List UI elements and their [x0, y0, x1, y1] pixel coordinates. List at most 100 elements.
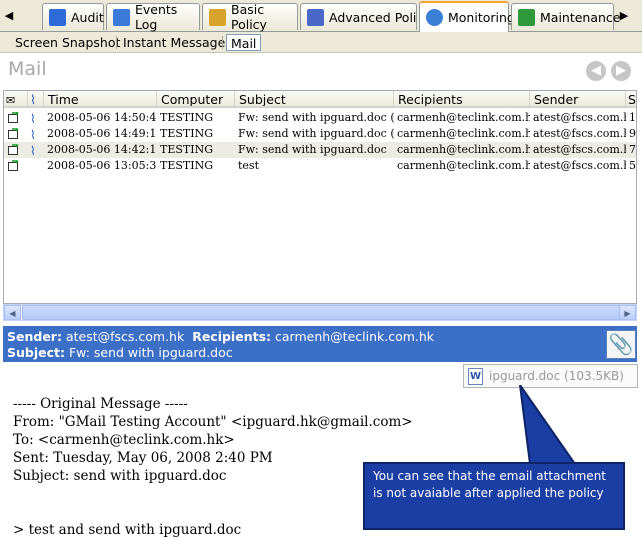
scrollbar-thumb[interactable]	[22, 305, 620, 320]
paperclip-icon: ⌇	[30, 112, 36, 126]
body-line: ----- Original Message -----	[13, 396, 188, 412]
tab-label: Basic Policy	[231, 2, 267, 32]
scroll-left-icon[interactable]: ◀	[4, 305, 21, 320]
tab-audit[interactable]: Audit	[42, 3, 104, 30]
cell-recipients: carmenh@teclink.com.hk	[397, 111, 530, 124]
cell-size: 7	[629, 143, 636, 156]
mail-list-table: ✉ ⌇ Time Computer Subject Recipients Sen…	[3, 90, 637, 304]
cell-sender: atest@fscs.com.hk	[533, 127, 626, 140]
header-sender[interactable]: Sender	[530, 91, 626, 108]
header-size[interactable]: S	[626, 91, 636, 108]
page-title: Mail	[8, 58, 47, 80]
table-row[interactable]: ⌇ 2008-05-06 14:49:15 TESTING Fw: send w…	[4, 126, 636, 142]
horizontal-scrollbar[interactable]: ◀ ▶	[3, 304, 637, 321]
paperclip-icon: 📎	[608, 332, 634, 356]
tab-label: Monitoring	[448, 10, 515, 25]
cell-subject: Fw: send with ipguard.doc	[238, 143, 387, 156]
tab-label: Maintenance	[540, 9, 621, 25]
audit-icon	[49, 8, 66, 26]
advanced-policy-icon	[307, 8, 324, 26]
subtab-screen-snapshot[interactable]: Screen Snapshot	[11, 34, 124, 51]
body-line: From: "GMail Testing Account" <ipguard.h…	[13, 414, 413, 430]
recipients-value: carmenh@teclink.com.hk	[275, 329, 435, 344]
preview-sender-line: Sender: atest@fscs.com.hk Recipients: ca…	[7, 329, 434, 344]
tab-events-log[interactable]: Events Log	[106, 2, 200, 32]
subtab-instant-messages[interactable]: Instant Messages	[119, 34, 236, 51]
tab-label: Audit	[71, 9, 104, 25]
cell-computer: TESTING	[160, 127, 213, 140]
subject-label: Subject:	[7, 345, 65, 360]
recipients-label: Recipients:	[192, 329, 272, 344]
word-document-icon: W	[468, 368, 483, 385]
cell-size: 1	[629, 111, 636, 124]
table-row[interactable]: 2008-05-06 13:05:31 TESTING test carmenh…	[4, 158, 636, 174]
envelope-icon: ✉	[6, 94, 16, 107]
monitoring-subtab-strip: Screen Snapshot Instant Messages Mail	[0, 32, 642, 53]
cell-computer: TESTING	[160, 111, 213, 124]
maintenance-icon	[518, 8, 535, 26]
preview-subject-line: Subject: Fw: send with ipguard.doc	[7, 345, 233, 360]
cell-size: 5	[629, 159, 636, 172]
header-attachment[interactable]: ⌇	[28, 91, 44, 108]
tab-label: Advanced Policy	[329, 9, 417, 25]
tab-advanced-policy[interactable]: Advanced Policy	[300, 3, 417, 30]
sender-value: atest@fscs.com.hk	[65, 329, 185, 344]
forwarded-mail-icon	[8, 128, 19, 139]
cell-time: 2008-05-06 14:42:10	[47, 143, 157, 156]
cell-recipients: carmenh@teclink.com.hk	[397, 159, 530, 172]
cell-subject: test	[238, 159, 259, 172]
cell-computer: TESTING	[160, 143, 213, 156]
cell-time: 2008-05-06 13:05:31	[47, 159, 157, 172]
cell-time: 2008-05-06 14:50:42	[47, 111, 157, 124]
callout-annotation: You can see that the email attachment is…	[363, 462, 625, 530]
header-mail-icon[interactable]: ✉	[4, 91, 28, 108]
monitoring-icon	[426, 9, 443, 26]
cell-sender: atest@fscs.com.hk	[533, 143, 626, 156]
scroll-right-icon[interactable]: ▶	[619, 305, 636, 320]
subtab-mail[interactable]: Mail	[226, 34, 262, 51]
main-tab-strip: ◀ Audit Events Log Basic Policy Advanced…	[0, 0, 642, 32]
header-recipients[interactable]: Recipients	[394, 91, 530, 108]
subject-value: Fw: send with ipguard.doc	[68, 345, 233, 360]
tab-monitoring[interactable]: Monitoring	[419, 1, 515, 32]
forwarded-mail-icon	[8, 112, 19, 123]
forwarded-mail-icon	[8, 144, 19, 155]
tab-label: Events Log	[135, 2, 178, 32]
table-row-selected[interactable]: ⌇ 2008-05-06 14:42:10 TESTING Fw: send w…	[4, 142, 636, 158]
header-subject[interactable]: Subject	[235, 91, 394, 108]
events-log-icon	[113, 8, 130, 26]
attachment-button[interactable]: 📎	[606, 330, 636, 359]
cell-subject: Fw: send with ipguard.doc (2n...	[238, 127, 394, 140]
tab-maintenance[interactable]: Maintenance	[511, 3, 621, 30]
tab-scroll-left-icon[interactable]: ◀	[2, 6, 16, 26]
cell-recipients: carmenh@teclink.com.hk	[397, 127, 530, 140]
cell-sender: atest@fscs.com.hk	[533, 159, 626, 172]
header-computer[interactable]: Computer	[157, 91, 235, 108]
cell-computer: TESTING	[160, 159, 213, 172]
sender-label: Sender:	[7, 329, 62, 344]
mail-preview-header: Sender: atest@fscs.com.hk Recipients: ca…	[3, 326, 637, 362]
paperclip-icon: ⌇	[30, 92, 37, 107]
tab-scroll-right-icon[interactable]: ▶	[617, 6, 631, 26]
cell-size: 9	[629, 127, 636, 140]
header-time[interactable]: Time	[44, 91, 157, 108]
callout-pointer	[519, 385, 577, 465]
cell-recipients: carmenh@teclink.com.hk	[397, 143, 530, 156]
basic-policy-icon	[209, 8, 226, 26]
forward-icon[interactable]: ▶	[611, 61, 631, 81]
body-line: Sent: Tuesday, May 06, 2008 2:40 PM	[13, 450, 273, 466]
cell-time: 2008-05-06 14:49:15	[47, 127, 157, 140]
cell-sender: atest@fscs.com.hk	[533, 111, 626, 124]
tab-basic-policy[interactable]: Basic Policy	[202, 2, 298, 32]
paperclip-icon: ⌇	[30, 128, 36, 142]
body-line: > test and send with ipguard.doc	[13, 522, 242, 538]
body-line: Subject: send with ipguard.doc	[13, 468, 227, 484]
table-row[interactable]: ⌇ 2008-05-06 14:50:42 TESTING Fw: send w…	[4, 110, 636, 126]
back-icon[interactable]: ◀	[586, 61, 606, 81]
attachment-name: ipguard.doc (103.5KB)	[489, 369, 624, 383]
cell-subject: Fw: send with ipguard.doc (3r...	[238, 111, 394, 124]
subtab-separator	[222, 36, 223, 49]
body-line: To: <carmenh@teclink.com.hk>	[13, 432, 235, 448]
forwarded-mail-icon	[8, 160, 19, 171]
paperclip-icon: ⌇	[30, 144, 36, 158]
